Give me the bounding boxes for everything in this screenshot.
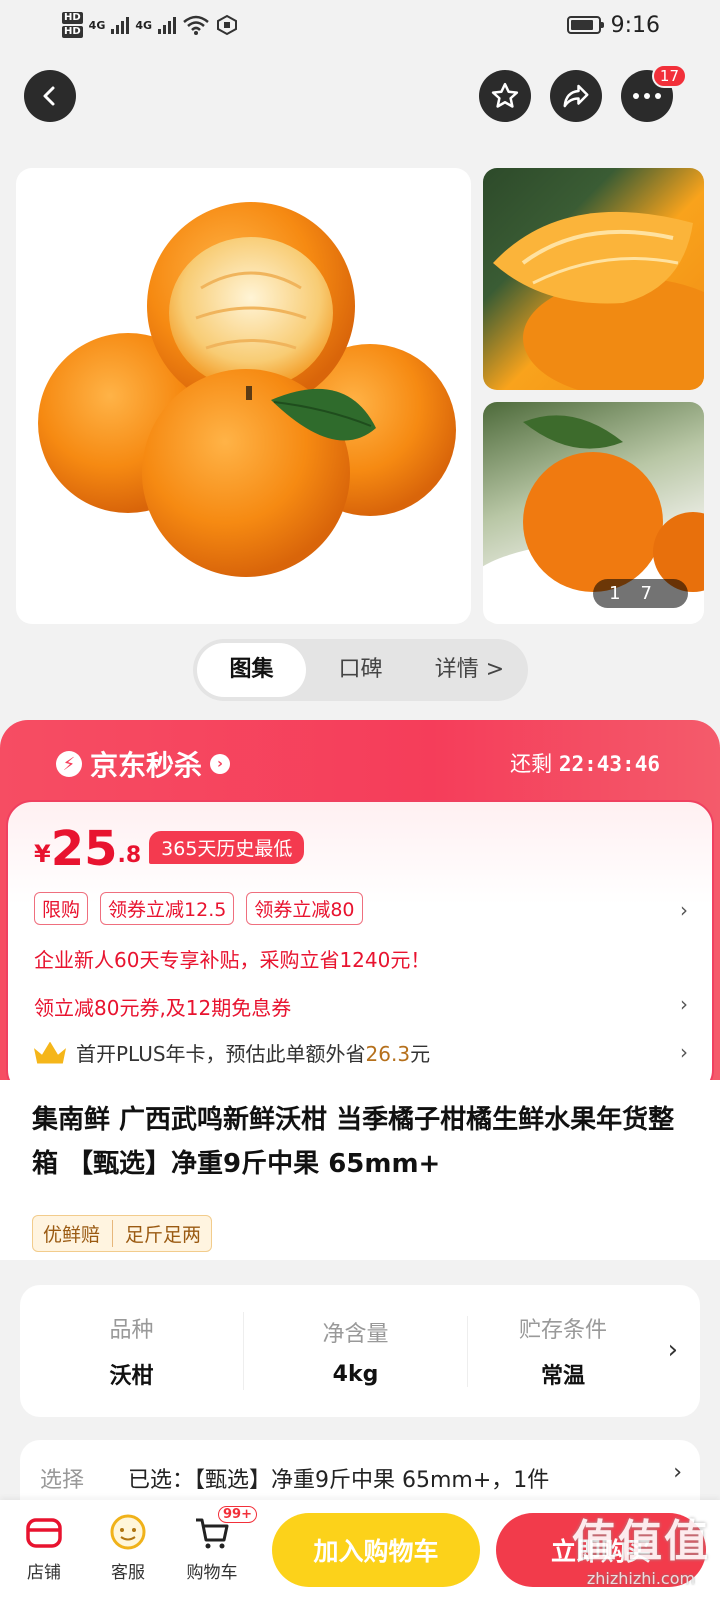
chevron-right-icon[interactable]: › [680, 1040, 688, 1064]
spec-value: 沃柑 [109, 1364, 154, 1389]
net1-label: 4G [88, 18, 106, 32]
cart-label: 购物车 [186, 1563, 238, 1583]
status-left: HD HD 4G 4G [62, 11, 238, 39]
gallery-thumb-1[interactable] [483, 168, 704, 390]
status-right: 9:16 [566, 12, 660, 38]
chevron-right-icon: › [673, 1460, 682, 1485]
net2-label: 4G [135, 18, 153, 32]
favorite-button[interactable] [479, 70, 531, 122]
promo-tag: 限购 [34, 892, 89, 925]
enterprise-promo[interactable]: 企业新人60天专享补贴，采购立省1240元！ [34, 944, 430, 973]
promo-tags[interactable]: 限购 领券立减12.5 领券立减80 [34, 892, 363, 925]
coupon-promo[interactable]: 领立减80元券,及12期免息券 [34, 992, 291, 1021]
spec-label: 净含量 [322, 1321, 389, 1347]
peeled-orange-image [493, 211, 704, 390]
chevron-right-icon[interactable]: › [680, 898, 688, 922]
image-index: 1 [609, 583, 641, 604]
chevron-right-icon: › [210, 754, 231, 774]
service-badges[interactable]: 优鲜赔 足斤足两 [32, 1215, 213, 1252]
crown-icon [34, 1041, 66, 1064]
image-counter: 17 [593, 579, 688, 608]
wifi-icon [183, 15, 209, 35]
spec-label: 品种 [109, 1318, 154, 1343]
lowest-price-badge: 365天历史最低 [149, 831, 305, 864]
price-row: ¥ 25 .8 365天历史最低 [34, 821, 305, 877]
price-card: ¥ 25 .8 365天历史最低 限购 领券立减12.5 领券立减80 › 企业… [6, 800, 714, 1096]
watermark-url: zhizhizhi.com [586, 1569, 696, 1588]
plus-promo[interactable]: 首开PLUS年卡，预估此单额外省26.3元 [34, 1038, 430, 1067]
hd-indicator: HD HD [62, 11, 83, 39]
service-label: 客服 [111, 1563, 145, 1583]
countdown-timer: 还剩 22:43:46 [510, 748, 660, 778]
chevron-left-icon [43, 86, 55, 106]
hd2-label: HD [62, 26, 83, 38]
chevron-right-icon[interactable]: › [680, 992, 688, 1016]
cart-count-badge: 99+ [218, 1506, 257, 1523]
message-count-badge: 17 [651, 64, 687, 88]
store-button[interactable]: 店铺 [8, 1512, 80, 1583]
selection-label: 选择 [40, 1468, 85, 1493]
site-watermark: 值值值 zhizhizhi.com [572, 1505, 710, 1588]
product-info: 集南鲜 广西武鸣新鲜沃柑 当季橘子柑橘生鲜水果年货整箱 【甄选】净重9斤中果 6… [0, 1080, 720, 1260]
share-icon [563, 84, 589, 108]
spec-label: 贮存条件 [518, 1318, 607, 1343]
service-button[interactable]: 客服 [92, 1512, 164, 1583]
spec-net-weight: 净含量 4kg [244, 1315, 468, 1387]
selection-value: 已选：【甄选】净重9斤中果 65mm+，1件 [128, 1468, 550, 1493]
lightning-icon: ⚡ [56, 751, 82, 777]
plus-promo-amount: 26.3 [365, 1042, 411, 1066]
star-icon [491, 82, 519, 108]
chevron-right-icon[interactable]: › [668, 1335, 678, 1365]
flash-sale-label: 京东秒杀 [90, 749, 203, 782]
plus-promo-suffix: 元 [410, 1042, 431, 1066]
add-to-cart-button[interactable]: 加入购物车 [272, 1513, 480, 1587]
product-title: 集南鲜 广西武鸣新鲜沃柑 当季橘子柑橘生鲜水果年货整箱 【甄选】净重9斤中果 6… [32, 1105, 675, 1179]
shield-icon [217, 14, 238, 36]
signal1-icon [111, 16, 130, 34]
share-button[interactable] [550, 70, 602, 122]
more-button[interactable]: 17 [621, 64, 687, 122]
store-icon [24, 1512, 64, 1552]
signal2-icon [158, 16, 177, 34]
plus-promo-text: 首开PLUS年卡，预估此单额外省26.3元 [76, 1038, 430, 1067]
spec-storage: 贮存条件 常温 [468, 1312, 658, 1390]
spec-variety: 品种 沃柑 [20, 1312, 244, 1390]
battery-icon [566, 16, 604, 34]
spec-card[interactable]: 品种 沃柑 净含量 4kg 贮存条件 常温 › [20, 1285, 700, 1417]
countdown-label: 还剩 [510, 752, 553, 776]
tab-details[interactable]: 详情 > [415, 643, 524, 697]
flash-sale-panel: ⚡ 京东秒杀 › 还剩 22:43:46 ¥ 25 .8 365天历史最低 限购… [0, 720, 720, 1100]
promo-tag: 领券立减80 [246, 892, 363, 925]
status-bar: HD HD 4G 4G 9:16 [0, 0, 720, 50]
watermark-logo: 值值值 [572, 1516, 710, 1567]
price-integer: 25 [50, 821, 118, 877]
customer-service-icon [108, 1512, 148, 1552]
spec-value: 4kg [332, 1361, 379, 1387]
store-label: 店铺 [27, 1563, 61, 1583]
flash-sale-title[interactable]: ⚡ 京东秒杀 › [56, 744, 231, 784]
price-decimal: .8 [117, 843, 142, 868]
gallery-thumb-2[interactable]: 17 [483, 402, 704, 624]
service-badge: 优鲜赔 [43, 1224, 101, 1246]
tab-reviews[interactable]: 口碑 [306, 643, 415, 697]
countdown-value: 22:43:46 [558, 752, 660, 776]
cart-button[interactable]: 99+ 购物车 [176, 1506, 257, 1583]
currency-symbol: ¥ [34, 840, 51, 868]
plus-promo-prefix: 首开PLUS年卡，预估此单额外省 [76, 1042, 366, 1066]
hd1-label: HD [62, 12, 83, 24]
clock: 9:16 [610, 12, 660, 38]
service-badge: 足斤足两 [112, 1220, 201, 1247]
main-product-image[interactable] [16, 168, 471, 624]
tab-gallery[interactable]: 图集 [197, 643, 306, 697]
more-icon [633, 93, 661, 99]
spec-value: 常温 [540, 1364, 585, 1389]
promo-tag: 领券立减12.5 [100, 892, 235, 925]
oranges-image [38, 202, 456, 577]
image-total: 7 [640, 583, 672, 604]
gallery-tabs: 图集 口碑 详情 > [193, 639, 528, 701]
back-button[interactable] [24, 70, 76, 122]
